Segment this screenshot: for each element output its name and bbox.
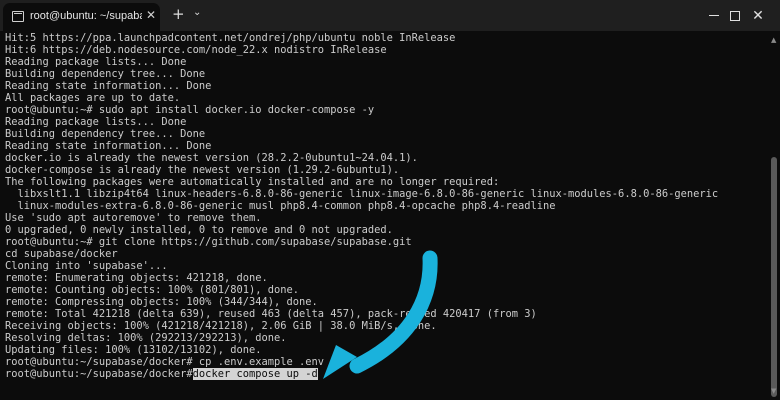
terminal-line: Resolving deltas: 100% (292213/292213), … (5, 332, 287, 344)
terminal-line: Reading state information... Done (5, 80, 212, 92)
terminal-line: Cloning into 'supabase'... (5, 260, 168, 272)
terminal-line: Receiving objects: 100% (421218/421218),… (5, 320, 437, 332)
terminal-line: remote: Enumerating objects: 421218, don… (5, 272, 268, 284)
prompt-line: root@ubuntu:~/supabase/docker#docker com… (5, 368, 318, 380)
close-window-button[interactable]: ✕ (736, 0, 780, 31)
terminal-line: root@ubuntu:~# git clone https://github.… (5, 236, 412, 248)
terminal-line: remote: Counting objects: 100% (801/801)… (5, 284, 300, 296)
title-bar: root@ubuntu: ~/supabase/dc ✕ + ⌄ ✕ (0, 0, 780, 31)
terminal-output[interactable]: Hit:5 https://ppa.launchpadcontent.net/o… (0, 31, 768, 400)
terminal-line: Updating files: 100% (13102/13102), done… (5, 344, 262, 356)
terminal-line: docker.io is already the newest version … (5, 152, 418, 164)
prompt: root@ubuntu:~/supabase/docker# (5, 368, 193, 380)
scrollbar-thumb[interactable] (771, 157, 777, 397)
terminal-line: root@ubuntu:~# sudo apt install docker.i… (5, 104, 375, 116)
terminal-line: root@ubuntu:~/supabase/docker# cp .env.e… (5, 356, 325, 368)
scroll-down-icon[interactable]: ▼ (771, 387, 776, 395)
terminal-line: Use 'sudo apt autoremove' to remove them… (5, 212, 262, 224)
terminal-tab[interactable]: root@ubuntu: ~/supabase/dc ✕ (3, 3, 160, 31)
terminal-line: linux-modules-extra-6.8.0-86-generic mus… (5, 200, 556, 212)
close-tab-icon[interactable]: ✕ (146, 8, 156, 22)
terminal-line: remote: Compressing objects: 100% (344/3… (5, 296, 318, 308)
terminal-line: All packages are up to date. (5, 92, 181, 104)
highlighted-command[interactable]: docker compose up -d (192, 368, 318, 380)
terminal-line: Building dependency tree... Done (5, 68, 206, 80)
terminal-line: The following packages were automaticall… (5, 176, 500, 188)
tab-title: root@ubuntu: ~/supabase/dc (30, 10, 142, 22)
terminal-line: Hit:5 https://ppa.launchpadcontent.net/o… (5, 32, 456, 44)
terminal-line: Hit:6 https://deb.nodesource.com/node_22… (5, 44, 387, 56)
terminal-icon (12, 11, 24, 22)
new-tab-button[interactable]: + (172, 5, 185, 23)
terminal-line: docker-compose is already the newest ver… (5, 164, 400, 176)
terminal-line: Reading state information... Done (5, 140, 212, 152)
scrollbar[interactable]: ▲ ▼ (768, 31, 780, 400)
chevron-down-icon[interactable]: ⌄ (193, 7, 201, 18)
terminal-line: Building dependency tree... Done (5, 128, 206, 140)
scroll-up-icon[interactable]: ▲ (771, 36, 776, 44)
terminal-line: 0 upgraded, 0 newly installed, 0 to remo… (5, 224, 393, 236)
terminal-line: cd supabase/docker (5, 248, 118, 260)
terminal-line: remote: Total 421218 (delta 639), reused… (5, 308, 537, 320)
terminal-line: Reading package lists... Done (5, 56, 187, 68)
terminal-line: libxslt1.1 libzip4t64 linux-headers-6.8.… (5, 188, 719, 200)
terminal-line: Reading package lists... Done (5, 116, 187, 128)
